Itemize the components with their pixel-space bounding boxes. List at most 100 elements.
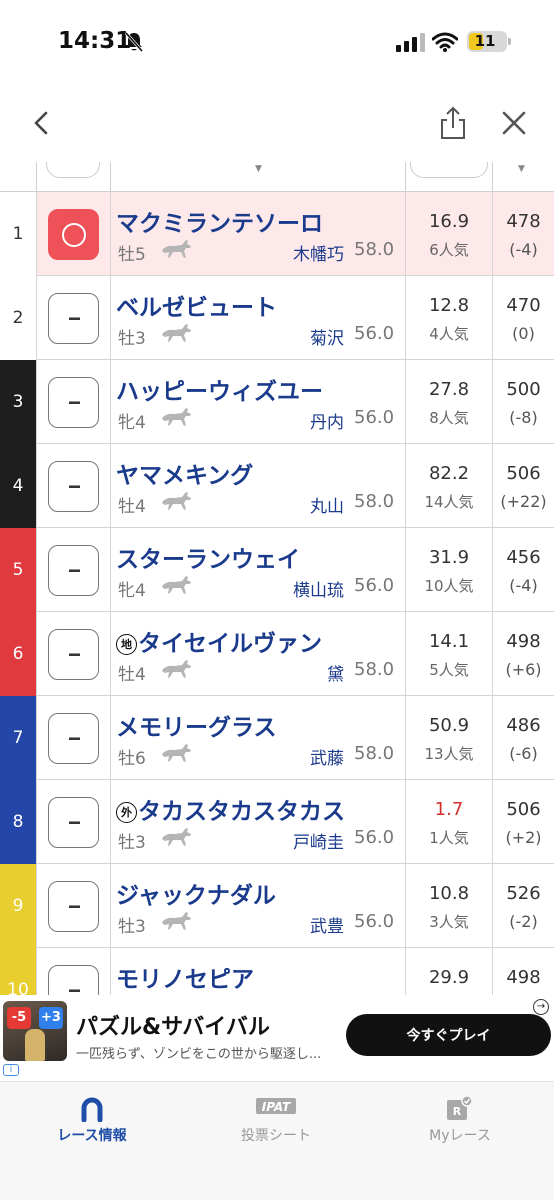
table-row[interactable]: 1 マクミランテソーロ 牡5 木幡巧 58.0 16.9 6人気 478 (-4… [0, 192, 554, 276]
prediction-mark-button[interactable]: -- [48, 293, 99, 344]
prediction-mark-button[interactable]: -- [48, 881, 99, 932]
carried-weight: 58.0 [354, 239, 395, 260]
sort-caret-icon[interactable]: ▼ [255, 164, 262, 174]
mark-sort-button[interactable] [46, 162, 100, 178]
prediction-mark-button[interactable]: -- [48, 965, 99, 995]
win-odds: 29.9 [428, 967, 470, 988]
ad-info-icon[interactable]: i [3, 1064, 19, 1076]
body-weight-diff: (-2) [509, 912, 538, 931]
table-row[interactable]: 8 -- 外タカスタカスタカス 牡3 戸崎圭 56.0 1.7 1人気 506 … [0, 780, 554, 864]
sex-age: 牡3 [118, 329, 146, 349]
running-horse-icon [162, 576, 191, 594]
ad-badge-plus: +3 [39, 1007, 63, 1029]
table-row[interactable]: 10 -- モリノセピア 29.9 498 [0, 948, 554, 995]
horse-name[interactable]: 地タイセイルヴァン [116, 624, 322, 658]
prediction-mark-button[interactable]: -- [48, 629, 99, 680]
tab-vote-sheet[interactable]: IPAT 投票シート [184, 1082, 368, 1162]
jockey-name[interactable]: 菊沢 [310, 324, 344, 349]
odds-time-pill[interactable] [410, 162, 488, 178]
ad-game-thumbnail[interactable]: -5 +3 [3, 1001, 67, 1061]
chevron-left-icon[interactable] [30, 110, 54, 136]
popularity: 13人気 [424, 745, 474, 763]
jockey-name[interactable]: 木幡巧 [293, 240, 344, 265]
win-odds: 12.8 [428, 295, 470, 316]
table-row[interactable]: 6 -- 地タイセイルヴァン 牡4 黛 58.0 14.1 5人気 498 (+… [0, 612, 554, 696]
body-weight-diff: (-4) [509, 576, 538, 595]
ipat-icon: IPAT [256, 1098, 296, 1114]
sex-age: 牝4 [118, 581, 146, 601]
prediction-mark-button[interactable]: -- [48, 545, 99, 596]
body-weight: 526 [506, 883, 541, 904]
tab-label: Myレース [429, 1128, 491, 1144]
horse-name[interactable]: スターランウェイ [116, 540, 300, 574]
jockey-name[interactable]: 戸崎圭 [293, 828, 344, 853]
ad-title[interactable]: パズル&サバイバル [76, 1009, 270, 1041]
body-weight: 498 [506, 967, 541, 988]
sex-age: 牝4 [118, 413, 146, 433]
horse-number: 5 [0, 528, 36, 612]
jockey-name[interactable]: 丹内 [310, 408, 344, 433]
bell-slash-icon [124, 32, 144, 52]
sort-caret-icon[interactable]: ▼ [518, 164, 525, 174]
jockey-name[interactable]: 黛 [327, 660, 344, 685]
horse-name[interactable]: 外タカスタカスタカス [116, 792, 345, 826]
win-odds: 82.2 [428, 463, 470, 484]
sex-age: 牡3 [118, 833, 146, 853]
body-weight: 500 [506, 379, 541, 400]
sex-age: 牡3 [118, 917, 146, 937]
tab-my-race[interactable]: R Myレース [368, 1082, 552, 1162]
prediction-mark-button[interactable]: -- [48, 797, 99, 848]
tab-race-info[interactable]: レース情報 [0, 1082, 184, 1162]
prediction-mark-button[interactable]: -- [48, 713, 99, 764]
sex-age: 牡4 [118, 497, 146, 517]
body-weight: 506 [506, 799, 541, 820]
table-row[interactable]: 7 -- メモリーグラス 牡6 武藤 58.0 50.9 13人気 486 (-… [0, 696, 554, 780]
prediction-mark-button[interactable]: -- [48, 377, 99, 428]
battery-level: 11 [474, 32, 496, 50]
jockey-name[interactable]: 武豊 [310, 912, 344, 937]
jockey-name[interactable]: 丸山 [310, 492, 344, 517]
status-bar: 14:31 11 [0, 0, 554, 84]
table-row[interactable]: 4 -- ヤマメキング 牡4 丸山 58.0 82.2 14人気 506 (+2… [0, 444, 554, 528]
carried-weight: 58.0 [354, 743, 395, 764]
close-icon[interactable] [500, 109, 528, 137]
horse-name[interactable]: ハッピーウィズユー [116, 372, 323, 406]
table-row[interactable]: 2 -- ベルゼビュート 牡3 菊沢 56.0 12.8 4人気 470 (0) [0, 276, 554, 360]
horse-number: 2 [0, 276, 36, 360]
body-weight-diff: (0) [512, 324, 535, 343]
horse-name[interactable]: モリノセピア [116, 960, 254, 994]
popularity: 3人気 [429, 913, 469, 931]
table-row[interactable]: 3 -- ハッピーウィズユー 牝4 丹内 56.0 27.8 8人気 500 (… [0, 360, 554, 444]
tab-bar: レース情報 IPAT 投票シート R Myレース [0, 1081, 554, 1200]
jockey-name[interactable]: 横山琉 [293, 576, 344, 601]
ad-play-button[interactable]: 今すぐプレイ [346, 1014, 551, 1056]
popularity: 10人気 [424, 577, 474, 595]
carried-weight: 56.0 [354, 407, 395, 428]
prediction-mark-button[interactable]: -- [48, 461, 99, 512]
horse-name[interactable]: メモリーグラス [116, 708, 277, 742]
prediction-mark-button[interactable] [48, 209, 99, 260]
horse-name[interactable]: マクミランテソーロ [116, 204, 323, 238]
body-weight-diff: (+2) [505, 828, 542, 847]
battery-icon: 11 [467, 31, 511, 52]
sex-age: 牡5 [118, 245, 146, 265]
body-weight-diff: (-8) [509, 408, 538, 427]
body-weight: 456 [506, 547, 541, 568]
horse-number: 1 [0, 192, 36, 276]
horse-number: 10 [0, 948, 36, 995]
horse-name[interactable]: ベルゼビュート [116, 288, 277, 322]
share-icon[interactable] [438, 106, 468, 140]
running-horse-icon [162, 828, 191, 846]
horse-name[interactable]: ジャックナダル [116, 876, 276, 910]
table-row[interactable]: 9 -- ジャックナダル 牡3 武豊 56.0 10.8 3人気 526 (-2… [0, 864, 554, 948]
popularity: 8人気 [429, 409, 469, 427]
ad-description[interactable]: 一匹残らず、ゾンビをこの世から駆逐し... [76, 1043, 321, 1062]
ad-banner[interactable]: -5 +3 パズル&サバイバル 一匹残らず、ゾンビをこの世から駆逐し... 今す… [0, 995, 554, 1079]
nav-bar [0, 84, 554, 162]
jockey-name[interactable]: 武藤 [310, 744, 344, 769]
table-row[interactable]: 5 -- スターランウェイ 牝4 横山琉 56.0 31.9 10人気 456 … [0, 528, 554, 612]
adchoices-icon[interactable]: → [533, 999, 549, 1015]
horse-name[interactable]: ヤマメキング [116, 456, 253, 490]
win-odds: 10.8 [428, 883, 470, 904]
carried-weight: 56.0 [354, 911, 395, 932]
